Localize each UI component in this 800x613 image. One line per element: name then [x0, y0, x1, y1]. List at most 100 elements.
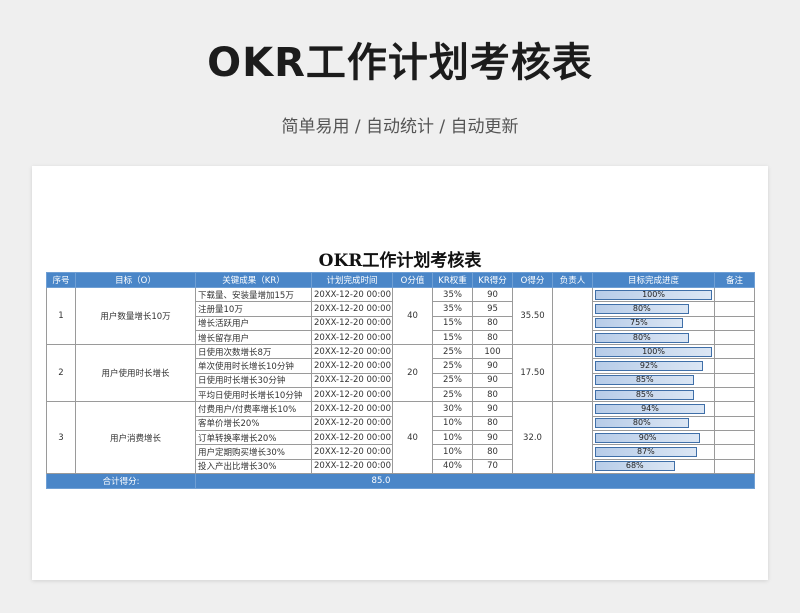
owner-cell — [552, 286, 593, 346]
progress-cell: 100% — [592, 286, 715, 303]
kr-text: 用户定期购买增长30% — [195, 444, 312, 460]
col-header-no: 序号 — [46, 272, 76, 288]
progress-label: 87% — [637, 446, 655, 456]
progress-label: 80% — [632, 303, 651, 313]
progress-bar: 68% — [595, 461, 675, 472]
total-label: 合计得分: — [46, 472, 196, 489]
kr-weight: 40% — [432, 458, 473, 474]
remark-cell — [714, 344, 755, 360]
kr-text: 注册量10万 — [195, 301, 312, 317]
progress-cell: 92% — [592, 358, 715, 374]
remark-cell — [714, 401, 755, 417]
table-header-row: 序号 目标（O） 关键成果（KR） 计划完成时间 O分值 KR权重 KR得分 O… — [46, 272, 755, 288]
remark-cell — [714, 444, 755, 460]
kr-score: 100 — [472, 344, 513, 360]
kr-date: 20XX-12-20 00:00:00 — [311, 329, 393, 346]
kr-score: 70 — [472, 458, 513, 474]
objective-no: 3 — [46, 401, 76, 474]
col-header-o-value: O分值 — [392, 272, 433, 288]
table-row: 3用户消费增长付费用户/付费率增长10%20XX-12-20 00:00:004… — [46, 401, 755, 474]
kr-date: 20XX-12-20 00:00:00 — [311, 444, 393, 460]
table-row: 2用户使用时长增长日使用次数增长8万20XX-12-20 00:00:00202… — [46, 344, 755, 403]
kr-date: 20XX-12-20 00:00:00 — [311, 401, 393, 417]
kr-text: 日使用次数增长8万 — [195, 344, 312, 360]
objective-no: 1 — [46, 286, 76, 346]
progress-cell: 87% — [592, 444, 715, 460]
progress-bar: 87% — [595, 446, 697, 457]
progress-cell: 85% — [592, 372, 715, 389]
kr-score: 90 — [472, 372, 513, 389]
kr-score: 80 — [472, 315, 513, 331]
progress-label: 75% — [629, 318, 648, 328]
kr-weight: 10% — [432, 415, 473, 431]
kr-score: 90 — [472, 429, 513, 446]
remark-cell — [714, 372, 755, 389]
progress-label: 85% — [635, 375, 654, 385]
remark-cell — [714, 415, 755, 431]
objective-value: 40 — [392, 286, 433, 346]
progress-label: 100% — [642, 346, 665, 356]
owner-cell — [552, 344, 593, 403]
progress-cell: 80% — [592, 415, 715, 431]
kr-text: 投入产出比增长30% — [195, 458, 312, 474]
col-header-objective: 目标（O） — [75, 272, 196, 288]
col-header-date: 计划完成时间 — [311, 272, 393, 288]
objective-no: 2 — [46, 344, 76, 403]
col-header-remark: 备注 — [714, 272, 755, 288]
progress-cell: 94% — [592, 401, 715, 417]
progress-bar: 85% — [595, 375, 695, 386]
progress-cell: 90% — [592, 429, 715, 446]
kr-date: 20XX-12-20 00:00:00 — [311, 358, 393, 374]
progress-cell: 85% — [592, 387, 715, 403]
progress-label: 68% — [625, 461, 644, 471]
kr-weight: 10% — [432, 429, 473, 446]
kr-score: 80 — [472, 444, 513, 460]
okr-table: 序号 目标（O） 关键成果（KR） 计划完成时间 O分值 KR权重 KR得分 O… — [46, 272, 755, 489]
remark-cell — [714, 329, 755, 346]
progress-label: 100% — [642, 289, 665, 299]
kr-weight: 35% — [432, 286, 473, 303]
hero-title: OKR工作计划考核表 — [207, 40, 593, 86]
progress-cell: 100% — [592, 344, 715, 360]
progress-bar: 100% — [595, 289, 712, 300]
remark-cell — [714, 315, 755, 331]
kr-score: 80 — [472, 329, 513, 346]
progress-label: 92% — [639, 361, 658, 371]
kr-text: 平均日使用时长增长10分钟 — [195, 387, 312, 403]
kr-text: 单次使用时长增长10分钟 — [195, 358, 312, 374]
owner-cell — [552, 401, 593, 474]
total-row: 合计得分: 85.0 — [46, 472, 755, 489]
sheet-card: OKR工作计划考核表 序号 目标（O） 关键成果（KR） 计划完成时间 O分值 … — [32, 166, 768, 580]
kr-weight: 25% — [432, 358, 473, 374]
kr-weight: 25% — [432, 387, 473, 403]
objective-value: 40 — [392, 401, 433, 474]
kr-weight: 35% — [432, 301, 473, 317]
progress-bar: 85% — [595, 389, 695, 400]
progress-cell: 68% — [592, 458, 715, 474]
kr-score: 90 — [472, 286, 513, 303]
progress-label: 85% — [635, 389, 654, 399]
progress-cell: 80% — [592, 301, 715, 317]
objective-score: 35.50 — [512, 286, 553, 346]
kr-score: 80 — [472, 415, 513, 431]
progress-cell: 75% — [592, 315, 715, 331]
objective-value: 20 — [392, 344, 433, 403]
remark-cell — [714, 387, 755, 403]
progress-label: 80% — [632, 332, 651, 342]
objective-name: 用户数量增长10万 — [75, 286, 196, 346]
progress-bar: 100% — [595, 346, 712, 357]
kr-date: 20XX-12-20 00:00:00 — [311, 387, 393, 403]
objective-name: 用户使用时长增长 — [75, 344, 196, 403]
kr-weight: 15% — [432, 315, 473, 331]
remark-cell — [714, 458, 755, 474]
kr-date: 20XX-12-20 00:00:00 — [311, 286, 393, 303]
kr-score: 90 — [472, 401, 513, 417]
remark-cell — [714, 301, 755, 317]
kr-date: 20XX-12-20 00:00:00 — [311, 372, 393, 389]
kr-weight: 30% — [432, 401, 473, 417]
col-header-o-score: O得分 — [512, 272, 553, 288]
kr-text: 日使用时长增长30分钟 — [195, 372, 312, 389]
progress-bar: 94% — [595, 404, 705, 415]
kr-weight: 15% — [432, 329, 473, 346]
kr-weight: 25% — [432, 372, 473, 389]
